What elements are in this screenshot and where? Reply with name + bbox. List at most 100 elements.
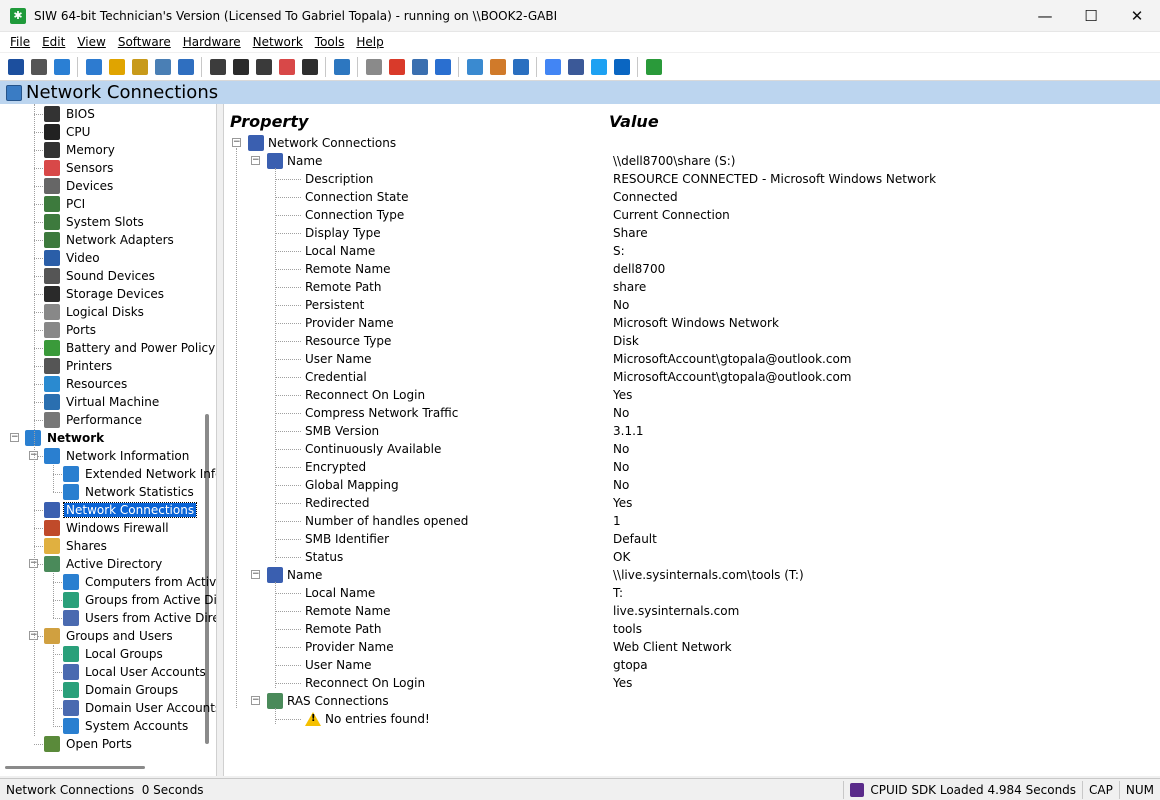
shutdown-button[interactable] [385, 56, 408, 78]
property-row[interactable]: Remote Name [305, 602, 391, 620]
property-column-header[interactable]: Property [230, 112, 308, 131]
windows-button[interactable] [82, 56, 105, 78]
tree-item-memory[interactable]: Memory [44, 141, 117, 159]
tree-item-open-ports[interactable]: Open Ports [44, 735, 134, 753]
property-expander[interactable]: − [251, 156, 260, 165]
monitor-button[interactable] [151, 56, 174, 78]
tree-item-network-adapters[interactable]: Network Adapters [44, 231, 176, 249]
menu-help[interactable]: Help [350, 35, 389, 49]
property-row[interactable]: Credential [305, 368, 367, 386]
disk-button[interactable] [298, 56, 321, 78]
tree-item-cpu[interactable]: CPU [44, 123, 92, 141]
print-button[interactable] [27, 56, 50, 78]
property-group[interactable]: RAS Connections [267, 692, 389, 710]
close-button[interactable]: ✕ [1114, 0, 1160, 32]
property-row[interactable]: Provider Name [305, 314, 394, 332]
tree-item-extended-network-info[interactable]: Extended Network Info [63, 465, 216, 483]
sensor-button[interactable] [275, 56, 298, 78]
tree-item-network[interactable]: Network [25, 429, 106, 447]
tree-item-domain-user-accounts[interactable]: Domain User Accounts [63, 699, 216, 717]
cpu-button[interactable] [229, 56, 252, 78]
property-row[interactable]: Remote Path [305, 278, 381, 296]
save-button[interactable] [4, 56, 27, 78]
tree-item-network-information[interactable]: Network Information [44, 447, 191, 465]
horizontal-scrollbar[interactable] [5, 766, 145, 769]
property-row[interactable]: Global Mapping [305, 476, 399, 494]
property-row[interactable]: Number of handles opened [305, 512, 468, 530]
property-row[interactable]: Description [305, 170, 373, 188]
tree-item-sound-devices[interactable]: Sound Devices [44, 267, 157, 285]
menu-network[interactable]: Network [247, 35, 309, 49]
property-row[interactable]: Compress Network Traffic [305, 404, 458, 422]
property-row[interactable]: Provider Name [305, 638, 394, 656]
property-row[interactable]: Persistent [305, 296, 364, 314]
property-row[interactable]: Reconnect On Login [305, 386, 425, 404]
menu-edit[interactable]: Edit [36, 35, 71, 49]
property-row[interactable]: Encrypted [305, 458, 366, 476]
tree-item-local-groups[interactable]: Local Groups [63, 645, 165, 663]
tree-item-users-from-active-directory[interactable]: Users from Active Directory [63, 609, 216, 627]
property-row[interactable]: Remote Name [305, 260, 391, 278]
lock-button[interactable] [105, 56, 128, 78]
chat-button[interactable] [509, 56, 532, 78]
tree-item-ports[interactable]: Ports [44, 321, 98, 339]
linkedin-button[interactable] [610, 56, 633, 78]
tree-item-computers-from-active-directory[interactable]: Computers from Active Directory [63, 573, 216, 591]
key-button[interactable] [128, 56, 151, 78]
tree-item-groups-and-users[interactable]: Groups and Users [44, 627, 175, 645]
tree-item-system-accounts[interactable]: System Accounts [63, 717, 190, 735]
menu-hardware[interactable]: Hardware [177, 35, 247, 49]
property-expander[interactable]: − [232, 138, 241, 147]
property-row[interactable]: SMB Identifier [305, 530, 389, 548]
tree-item-shares[interactable]: Shares [44, 537, 109, 555]
menu-tools[interactable]: Tools [309, 35, 351, 49]
tree-item-storage-devices[interactable]: Storage Devices [44, 285, 166, 303]
tree-item-performance[interactable]: Performance [44, 411, 144, 429]
property-row[interactable]: Connection Type [305, 206, 404, 224]
property-row[interactable]: Local Name [305, 242, 375, 260]
dollar-button[interactable] [642, 56, 665, 78]
facebook-button[interactable] [564, 56, 587, 78]
refresh-button[interactable] [50, 56, 73, 78]
tree-item-video[interactable]: Video [44, 249, 102, 267]
property-expander[interactable]: − [251, 570, 260, 579]
property-row[interactable]: Reconnect On Login [305, 674, 425, 692]
tree-item-battery-and-power-policy[interactable]: Battery and Power Policy [44, 339, 216, 357]
menu-file[interactable]: File [4, 35, 36, 49]
tree-expander[interactable]: − [10, 433, 19, 442]
shield-button[interactable] [174, 56, 197, 78]
property-row[interactable]: Redirected [305, 494, 370, 512]
property-row[interactable]: User Name [305, 350, 372, 368]
property-row[interactable]: Status [305, 548, 343, 566]
twitter-button[interactable] [587, 56, 610, 78]
property-row[interactable]: Display Type [305, 224, 381, 242]
tree-item-sensors[interactable]: Sensors [44, 159, 115, 177]
property-group[interactable]: Network Connections [248, 134, 396, 152]
password-button[interactable] [408, 56, 431, 78]
maximize-button[interactable]: ☐ [1068, 0, 1114, 32]
tree-item-resources[interactable]: Resources [44, 375, 129, 393]
eraser-button[interactable] [362, 56, 385, 78]
tree-item-network-connections[interactable]: Network Connections [44, 501, 198, 519]
property-row[interactable]: SMB Version [305, 422, 379, 440]
property-row[interactable]: Connection State [305, 188, 408, 206]
property-row[interactable]: Local Name [305, 584, 375, 602]
tree-item-logical-disks[interactable]: Logical Disks [44, 303, 146, 321]
tree-item-groups-from-active-directory[interactable]: Groups from Active Directory [63, 591, 216, 609]
property-row[interactable]: Continuously Available [305, 440, 441, 458]
home-button[interactable] [486, 56, 509, 78]
tree-item-virtual-machine[interactable]: Virtual Machine [44, 393, 161, 411]
tree-item-pci[interactable]: PCI [44, 195, 87, 213]
tree-item-system-slots[interactable]: System Slots [44, 213, 146, 231]
tree-item-printers[interactable]: Printers [44, 357, 114, 375]
property-expander[interactable]: − [251, 696, 260, 705]
settings-button[interactable] [431, 56, 454, 78]
property-row[interactable]: No entries found! [305, 710, 430, 728]
update-button[interactable] [463, 56, 486, 78]
network-button[interactable] [330, 56, 353, 78]
tree-item-local-user-accounts[interactable]: Local User Accounts [63, 663, 208, 681]
tree-item-bios[interactable]: BIOS [44, 105, 97, 123]
tree-item-domain-groups[interactable]: Domain Groups [63, 681, 180, 699]
motherboard-button[interactable] [206, 56, 229, 78]
value-column-header[interactable]: Value [609, 112, 659, 131]
